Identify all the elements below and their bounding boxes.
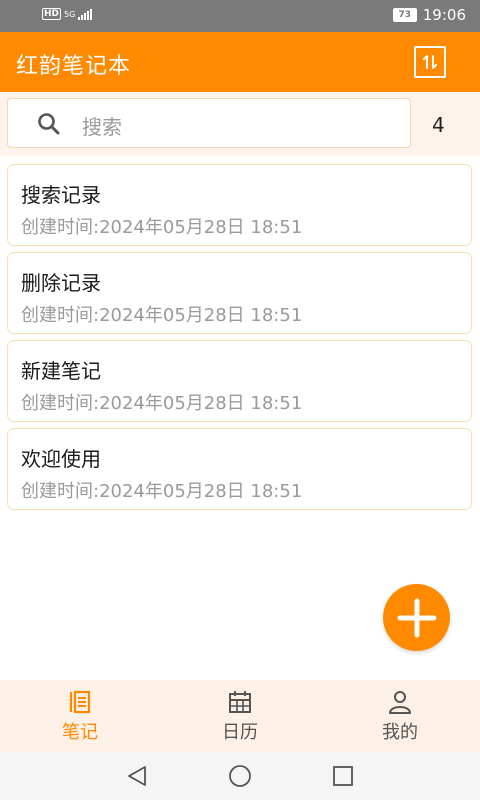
signal-icon [78,8,93,20]
clock: 19:06 [422,6,466,24]
tab-calendar-label: 日历 [222,722,258,743]
add-note-button[interactable] [383,584,450,651]
list-item[interactable]: 搜索记录 创建时间:2024年05月28日 18:51 [7,164,472,246]
note-time: 创建时间:2024年05月28日 18:51 [21,393,303,414]
app-bar: 红韵笔记本 [0,32,480,92]
tab-notes[interactable]: 笔记 [0,680,160,752]
tab-profile[interactable]: 我的 [320,680,480,752]
list-item[interactable]: 删除记录 创建时间:2024年05月28日 18:51 [7,252,472,334]
bottom-nav: 笔记 日历 我的 [0,680,480,752]
search-input[interactable]: 搜索 [7,98,411,148]
note-title: 搜索记录 [21,183,101,207]
list-item[interactable]: 欢迎使用 创建时间:2024年05月28日 18:51 [7,428,472,510]
note-title: 欢迎使用 [21,447,101,471]
notes-list-icon [69,690,91,714]
person-icon [389,691,411,714]
plus-icon [397,598,436,637]
hd-badge: HD [42,8,62,20]
list-item[interactable]: 新建笔记 创建时间:2024年05月28日 18:51 [7,340,472,422]
note-title: 新建笔记 [21,359,101,383]
system-nav-bar [0,752,480,800]
home-icon[interactable] [228,764,252,788]
sort-button[interactable] [414,46,446,78]
note-count: 4 [432,113,445,137]
tab-notes-label: 笔记 [62,722,98,743]
sort-updown-icon [423,55,437,69]
search-icon [38,113,60,135]
recents-icon[interactable] [331,764,355,788]
network-type: 5G [64,9,76,19]
tab-profile-label: 我的 [382,722,418,743]
search-placeholder: 搜索 [82,115,122,139]
calendar-icon [229,691,251,713]
note-time: 创建时间:2024年05月28日 18:51 [21,217,303,238]
battery-icon: 73 [392,8,417,22]
note-time: 创建时间:2024年05月28日 18:51 [21,481,303,502]
note-time: 创建时间:2024年05月28日 18:51 [21,305,303,326]
status-right: 73 19:06 [392,6,466,24]
note-title: 删除记录 [21,271,101,295]
back-icon[interactable] [125,764,149,788]
tab-calendar[interactable]: 日历 [160,680,320,752]
search-row: 搜索 4 [0,92,480,156]
status-left: HD 5G [42,8,93,20]
app-title: 红韵笔记本 [16,54,132,79]
status-bar: HD 5G 73 19:06 [0,0,480,32]
